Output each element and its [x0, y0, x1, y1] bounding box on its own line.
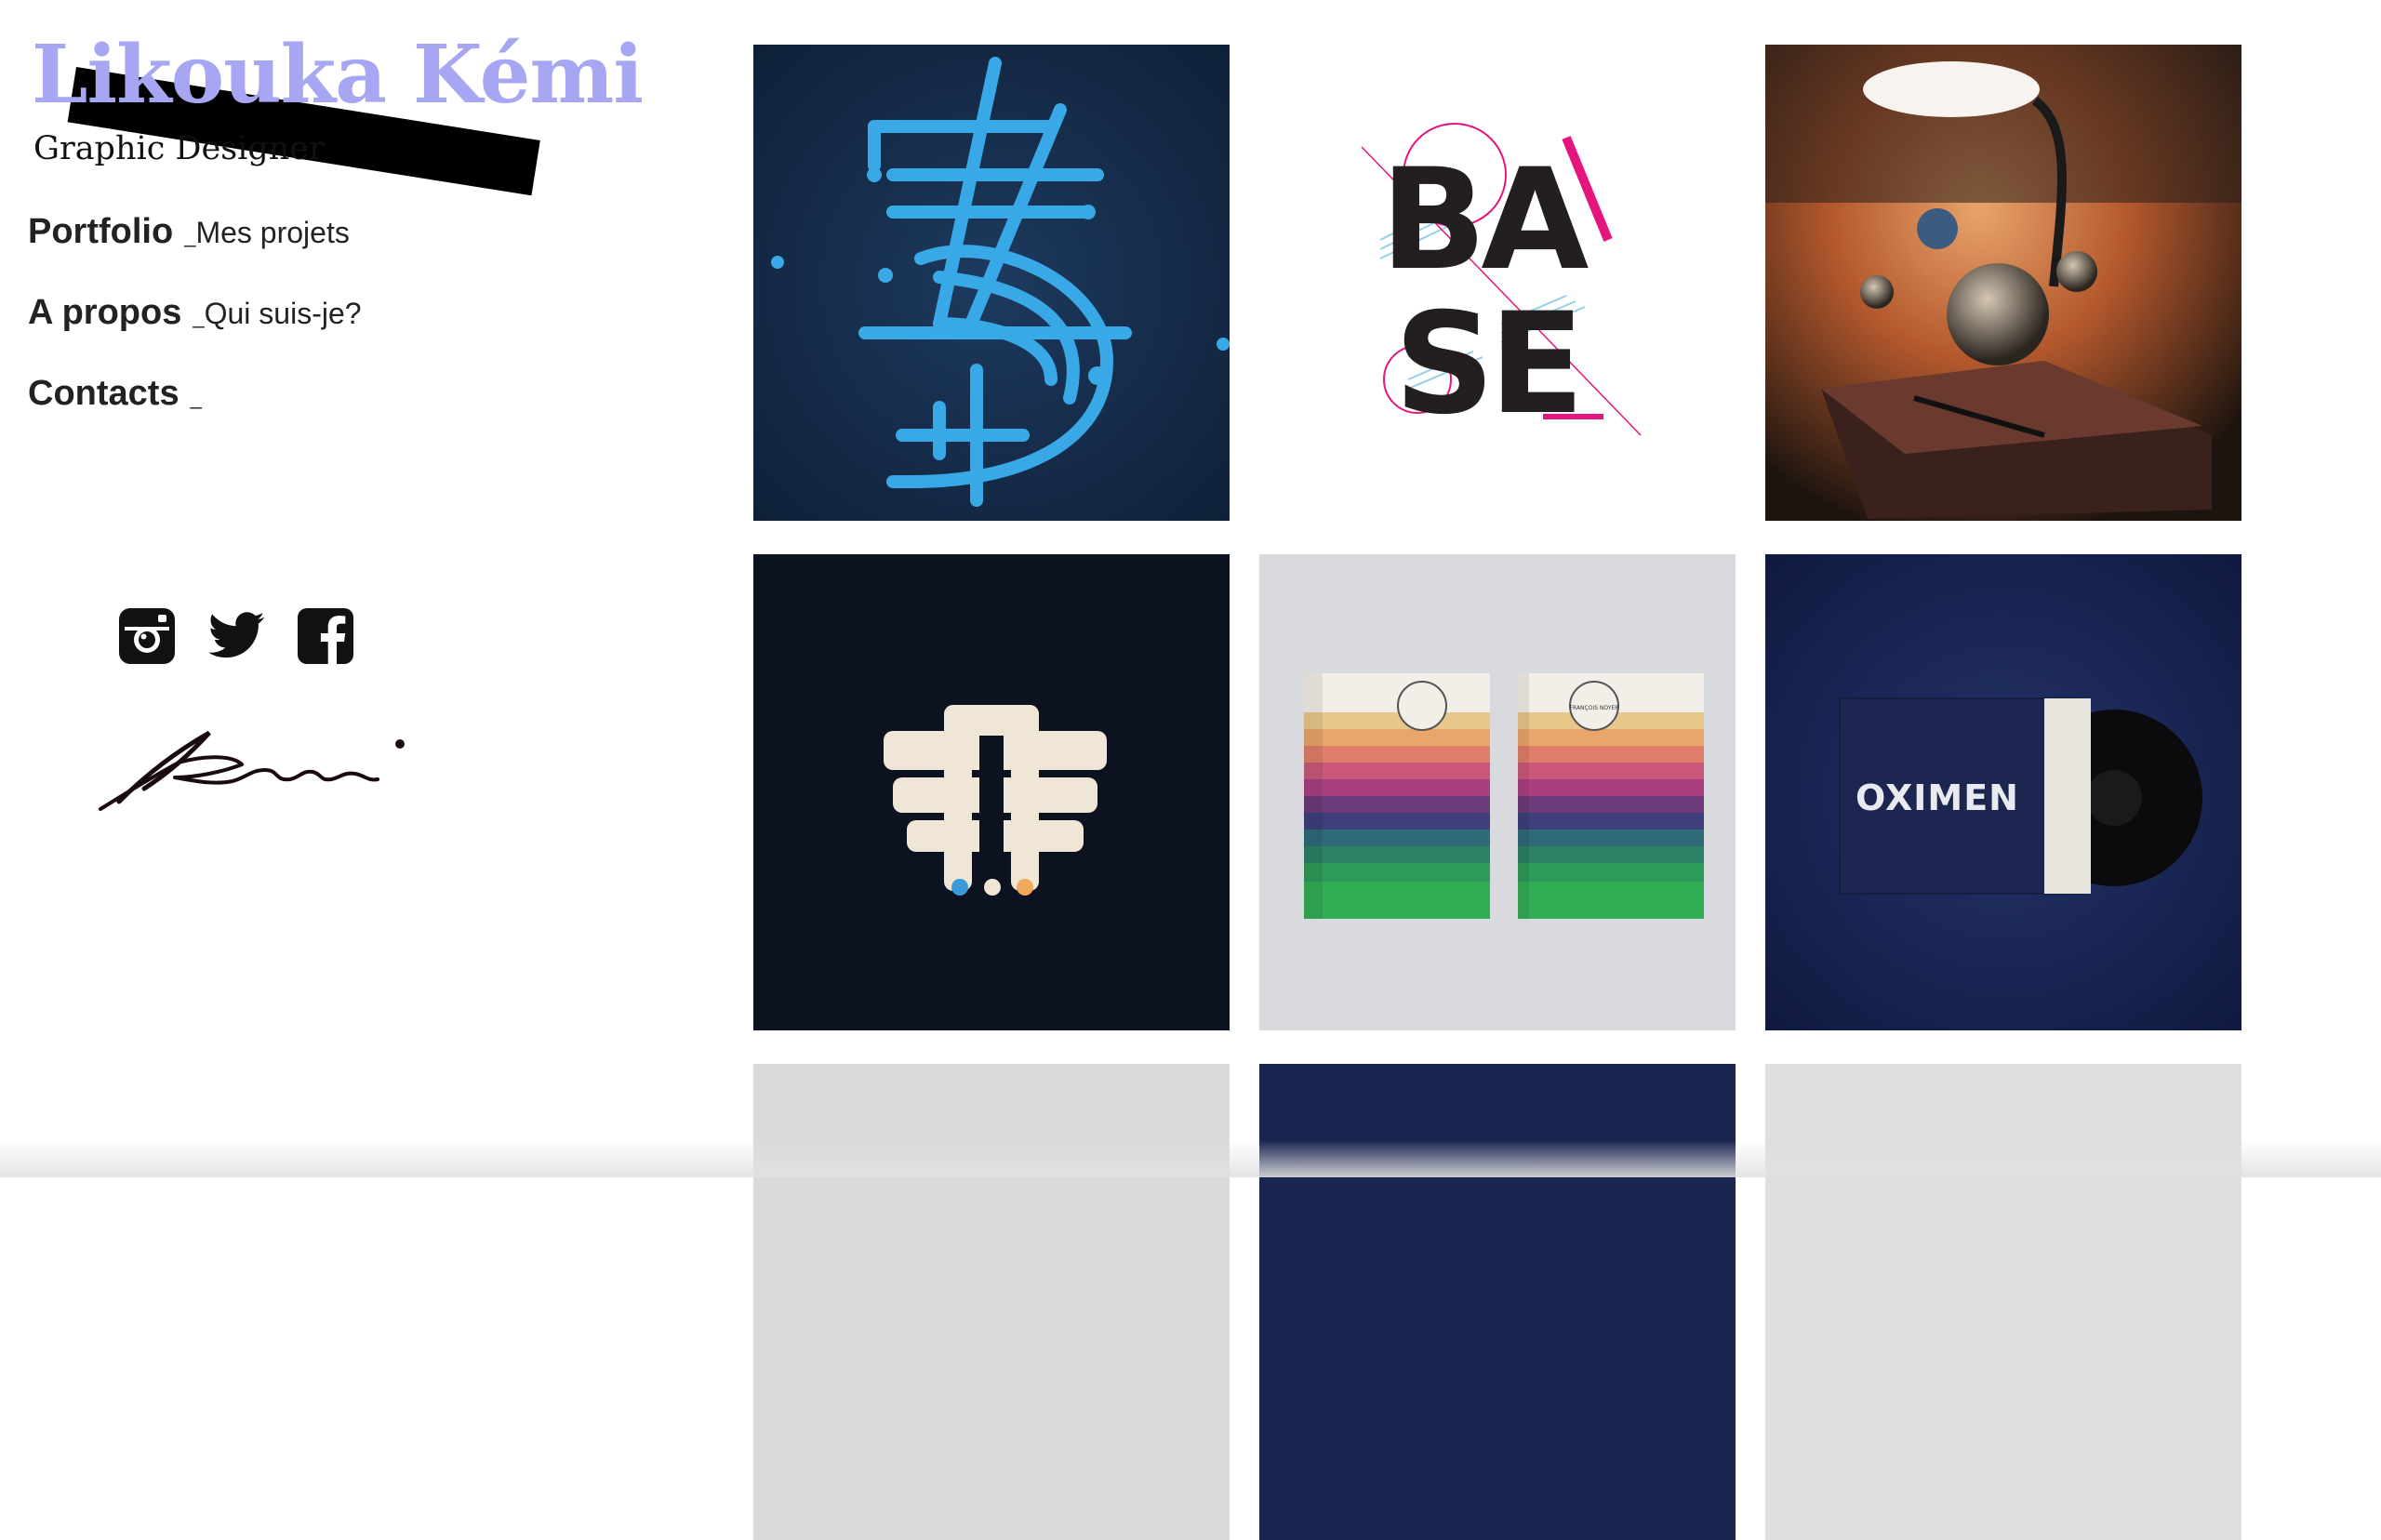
portfolio-tile-base[interactable]: BA SE [1259, 45, 1736, 521]
portfolio-tile-8[interactable] [1259, 1064, 1736, 1540]
brand[interactable]: Likouka Kémi Graphic Designer [28, 26, 644, 196]
portfolio-tile-oximen[interactable]: OXIMEN [1765, 554, 2241, 1030]
portfolio-tile-francois-noyer[interactable]: FRANÇOIS NOYER [1259, 554, 1736, 1030]
tile-8-artwork [1259, 1064, 1736, 1540]
tile-9-artwork [1765, 1064, 2241, 1540]
portfolio-tile-neon-73[interactable] [753, 45, 1230, 521]
box-label: FRANÇOIS NOYER [1570, 705, 1619, 711]
nav-subtitle[interactable]: Qui suis-je? [193, 297, 362, 331]
boxes-artwork: FRANÇOIS NOYER [1259, 554, 1736, 1030]
facebook-icon[interactable] [296, 606, 355, 666]
nav-subtitle[interactable] [191, 378, 202, 412]
tile-7-artwork [753, 1064, 1230, 1540]
desk-lamp-artwork [1765, 45, 2241, 521]
site-title[interactable]: Likouka Kémi [32, 35, 644, 115]
portfolio-tile-9[interactable] [1765, 1064, 2241, 1540]
neon-73-artwork [753, 45, 1230, 521]
instagram-icon[interactable] [117, 606, 177, 666]
base-text-top: BA [1380, 139, 1589, 301]
nav-subtitle[interactable]: Mes projets [184, 216, 349, 250]
nav-title[interactable]: Portfolio [28, 212, 173, 252]
signature [99, 730, 405, 811]
eagle-emblem-artwork [753, 554, 1230, 1030]
nav-title[interactable]: Contacts [28, 374, 180, 414]
portfolio-tile-eagle-emblem[interactable] [753, 554, 1230, 1030]
nav-title[interactable]: A propos [28, 293, 181, 333]
portfolio-tile-7[interactable] [753, 1064, 1230, 1540]
main-nav: Portfolio Mes projets A propos Qui suis-… [28, 212, 362, 455]
site-subtitle: Graphic Designer [33, 130, 325, 167]
portfolio-tile-desk-lamp[interactable] [1765, 45, 2241, 521]
album-title: OXIMEN [1856, 777, 2019, 818]
twitter-icon[interactable] [206, 606, 266, 666]
base-artwork: BA SE [1259, 45, 1736, 521]
base-text-bottom: SE [1394, 284, 1579, 445]
nav-about[interactable]: A propos Qui suis-je? [28, 293, 362, 374]
social-links [117, 606, 355, 666]
vinyl-artwork: OXIMEN [1765, 554, 2241, 1030]
nav-contacts[interactable]: Contacts [28, 374, 362, 455]
nav-portfolio[interactable]: Portfolio Mes projets [28, 212, 362, 293]
